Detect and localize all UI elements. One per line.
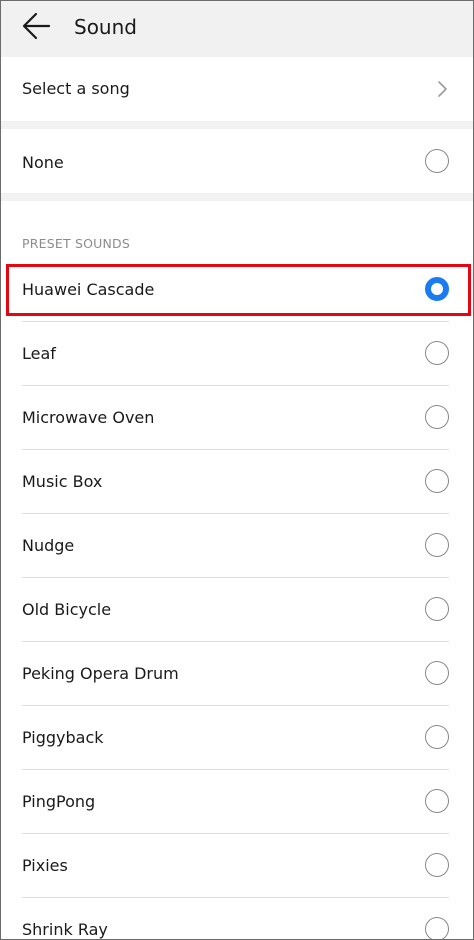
preset-sound-row[interactable]: Peking Opera Drum: [1, 642, 473, 706]
preset-sound-row[interactable]: Huawei Cascade: [1, 258, 473, 322]
preset-sound-row[interactable]: Shrink Ray: [1, 898, 473, 939]
radio-unselected[interactable]: [425, 661, 449, 685]
radio-unselected[interactable]: [425, 917, 449, 939]
radio-unselected[interactable]: [425, 405, 449, 429]
preset-sound-row[interactable]: Old Bicycle: [1, 578, 473, 642]
preset-sound-label: Huawei Cascade: [22, 280, 155, 299]
radio-unselected[interactable]: [425, 341, 449, 365]
select-song-row[interactable]: Select a song: [1, 57, 473, 121]
preset-sound-label: Nudge: [22, 536, 75, 555]
preset-sound-label: Peking Opera Drum: [22, 664, 179, 683]
radio-unselected[interactable]: [425, 597, 449, 621]
none-radio[interactable]: [425, 149, 449, 173]
preset-sound-row[interactable]: Music Box: [1, 450, 473, 514]
section-label: PRESET SOUNDS: [22, 236, 130, 251]
radio-unselected[interactable]: [425, 853, 449, 877]
radio-unselected[interactable]: [425, 469, 449, 493]
app-header: Sound: [1, 1, 473, 57]
preset-sound-label: Piggyback: [22, 728, 104, 747]
radio-selected[interactable]: [425, 277, 449, 301]
preset-sound-row[interactable]: PingPong: [1, 770, 473, 834]
preset-sound-label: Music Box: [22, 472, 103, 491]
radio-unselected[interactable]: [425, 725, 449, 749]
preset-sound-label: Microwave Oven: [22, 408, 155, 427]
back-button[interactable]: [17, 9, 57, 47]
preset-sound-row[interactable]: Nudge: [1, 514, 473, 578]
chevron-right-icon: [438, 81, 447, 97]
none-option-label: None: [22, 153, 64, 172]
arrow-left-icon: [22, 12, 51, 40]
preset-sound-label: PingPong: [22, 792, 96, 811]
preset-sound-label: Pixies: [22, 856, 68, 875]
preset-sound-label: Old Bicycle: [22, 600, 112, 619]
radio-unselected[interactable]: [425, 533, 449, 557]
preset-sound-label: Leaf: [22, 344, 56, 363]
preset-sound-row[interactable]: Leaf: [1, 322, 473, 386]
sound-settings-screen: Sound Select a song None PRESET SOUNDS H…: [0, 0, 474, 940]
preset-sound-row[interactable]: Microwave Oven: [1, 386, 473, 450]
select-song-label: Select a song: [22, 79, 130, 98]
preset-sound-label: Shrink Ray: [22, 920, 108, 939]
radio-unselected[interactable]: [425, 789, 449, 813]
preset-sound-row[interactable]: Piggyback: [1, 706, 473, 770]
preset-sound-row[interactable]: Pixies: [1, 834, 473, 898]
page-title: Sound: [74, 15, 137, 39]
none-option-row[interactable]: None: [1, 129, 473, 193]
